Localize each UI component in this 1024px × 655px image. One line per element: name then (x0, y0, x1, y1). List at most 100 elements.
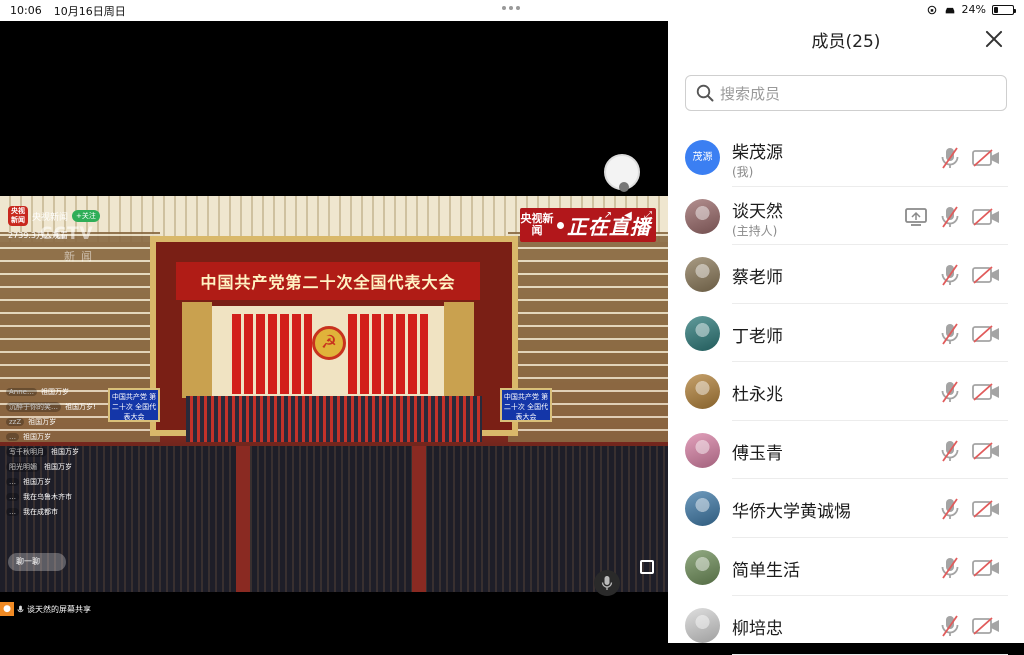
stage-mic-button[interactable] (594, 570, 620, 596)
member-role: (我) (732, 165, 754, 179)
battery-percent: 24% (961, 3, 986, 16)
congress-banner: 中国共产党第二十次全国代表大会 (176, 262, 480, 300)
camera-off-icon[interactable] (972, 324, 1000, 343)
member-name: 丁老师 (732, 326, 783, 347)
multitasking-dots-icon[interactable] (502, 6, 520, 10)
mic-muted-icon[interactable] (940, 615, 960, 637)
member-avatar (685, 257, 720, 292)
user-badge-icon (619, 182, 629, 192)
member-name: 傅玉青 (732, 443, 783, 464)
chat-user: Anne… (6, 387, 37, 396)
camera-off-icon[interactable] (972, 383, 1000, 401)
car-icon (945, 7, 954, 13)
chat-message: 写千秋明月 祖国万岁 (6, 446, 116, 457)
chat-message: … 祖国万岁 (6, 476, 116, 487)
chat-user: 阳光明媚 (6, 461, 40, 472)
screen-share-icon[interactable] (905, 207, 927, 226)
aisle-left (236, 446, 250, 592)
member-row[interactable]: 丁老师 (668, 304, 1024, 362)
member-row[interactable]: 傅玉青 (668, 421, 1024, 479)
floating-user-avatar[interactable] (604, 154, 640, 192)
camera-off-icon[interactable] (972, 207, 1000, 226)
member-name: 柴茂源 (732, 143, 783, 163)
orientation-lock-icon (927, 5, 936, 14)
camera-off-icon[interactable] (972, 558, 1000, 577)
chat-user: zzZ (6, 417, 25, 426)
chat-text: 我在成都市 (23, 507, 58, 516)
member-avatar (685, 608, 720, 643)
camera-off-icon[interactable] (972, 500, 1000, 518)
member-avatar (685, 315, 720, 351)
member-search[interactable]: 搜索成员 (685, 75, 1007, 111)
screen-share-stage: 马君 中国共产党第二十次全国代表大会 ☭ 中国共产党 第二十次 全国代表大会 中… (0, 21, 668, 643)
mic-muted-icon[interactable] (940, 205, 960, 228)
close-icon[interactable] (982, 27, 1006, 51)
live-chat: Anne… 祖国万岁 沉醉于你的笑… 祖国万岁! zzZ 祖国万岁… 祖国万岁 写千秋明月 祖国… (6, 386, 116, 521)
mic-muted-icon[interactable] (940, 264, 960, 286)
live-dot-icon (557, 221, 564, 229)
member-avatar (685, 491, 720, 526)
fullscreen-icon[interactable] (640, 560, 654, 574)
mic-muted-icon[interactable] (940, 322, 960, 345)
camera-off-icon[interactable] (972, 149, 1000, 167)
mic-muted-icon[interactable] (940, 556, 960, 579)
member-row[interactable]: 谈天然 (主持人) (668, 187, 1024, 245)
status-date: 10月16日周日 (53, 4, 126, 18)
mic-muted-icon[interactable] (940, 439, 960, 462)
chat-text: 祖国万岁 (44, 462, 72, 471)
camera-off-icon[interactable] (972, 266, 1000, 284)
channel-logo: 央视新闻 (8, 206, 28, 226)
member-row[interactable]: 柳培忠 (668, 596, 1024, 655)
member-name: 柳培忠 (732, 619, 783, 639)
member-name: 谈天然 (732, 201, 783, 222)
chat-input[interactable]: 聊一聊 (8, 553, 66, 571)
share-person-icon: ● (0, 602, 14, 616)
member-row[interactable]: 杜永兆 (668, 362, 1024, 421)
member-name: 蔡老师 (732, 268, 783, 288)
chat-text: 祖国万岁 (51, 447, 79, 456)
chat-user: … (6, 492, 19, 501)
share-icon[interactable]: ↗ (602, 210, 614, 222)
chat-text: 祖国万岁 (40, 387, 69, 396)
video-actions: ↗ ◀ ⤢ (602, 210, 654, 222)
microphone-icon (601, 576, 613, 590)
chat-text: 祖国万岁! (65, 402, 96, 411)
expand-icon[interactable]: ⤢ (642, 210, 654, 222)
volume-icon[interactable]: ◀ (622, 210, 634, 222)
mic-muted-icon[interactable] (940, 498, 960, 520)
member-avatar (685, 549, 720, 585)
chat-user: 写千秋明月 (6, 446, 47, 457)
follow-button[interactable]: +关注 (72, 210, 100, 222)
curtain-left (182, 302, 212, 398)
status-bar: 10:06 10月16日周日 24% (0, 0, 1024, 21)
member-avatar (685, 432, 720, 468)
curtain-right (444, 302, 474, 398)
chat-text: 祖国万岁 (23, 477, 51, 486)
member-row[interactable]: 简单生活 (668, 538, 1024, 596)
presidium-dais (186, 396, 482, 442)
member-row[interactable]: 蔡老师 (668, 245, 1024, 304)
chat-user: … (6, 432, 19, 441)
red-flags-right (348, 314, 428, 394)
chat-message: … 我在乌鲁木齐市 (6, 491, 116, 502)
camera-off-icon[interactable] (972, 617, 1000, 635)
member-row[interactable]: 茂源 柴茂源 (我) (668, 128, 1024, 187)
mic-small-icon (17, 605, 24, 612)
member-name: 杜永兆 (732, 385, 783, 405)
member-name: 华侨大学黄诚惕 (732, 502, 851, 522)
red-flags-left (232, 314, 312, 394)
chat-message: 沉醉于你的笑… 祖国万岁! (6, 401, 116, 412)
status-right: 24% (926, 3, 1016, 16)
channel-name: 央视新闻 (32, 212, 69, 223)
member-row[interactable]: 华侨大学黄诚惕 (668, 479, 1024, 538)
shared-video[interactable]: 中国共产党第二十次全国代表大会 ☭ 中国共产党 第二十次 全国代表大会 中国共产… (0, 196, 668, 592)
chat-text: 祖国万岁 (23, 432, 51, 441)
member-role: (主持人) (732, 223, 778, 238)
member-avatar (685, 198, 720, 234)
screen-tag-right: 中国共产党 第二十次 全国代表大会 (500, 388, 552, 422)
camera-off-icon[interactable] (972, 441, 1000, 460)
mic-muted-icon[interactable] (940, 381, 960, 403)
mic-muted-icon[interactable] (940, 147, 960, 169)
chat-text: 我在乌鲁木齐市 (23, 492, 72, 501)
screen-share-note: ● 谈天然的屏幕共享 (0, 602, 91, 616)
